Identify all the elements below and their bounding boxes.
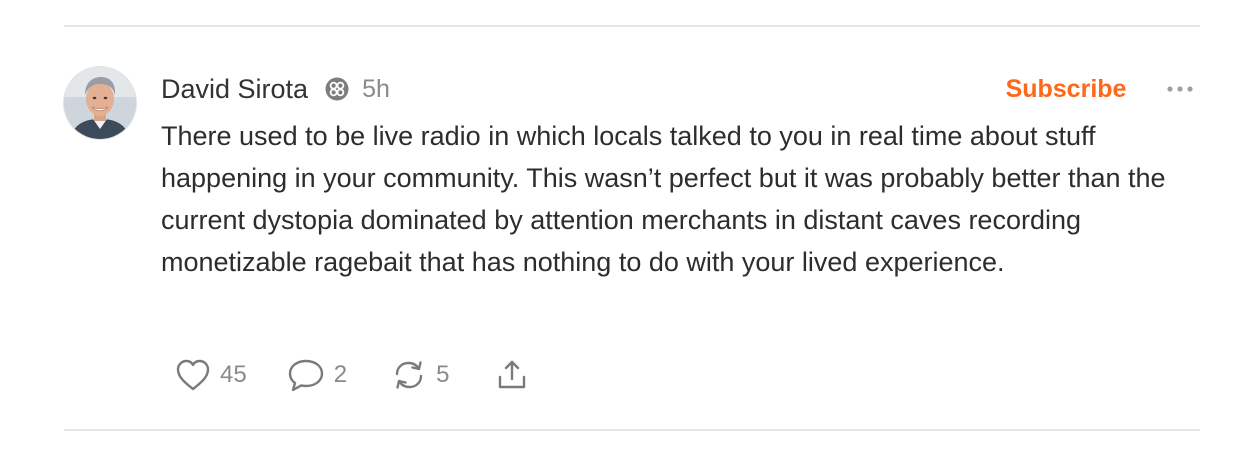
post-body: There used to be live radio in which loc…	[161, 121, 1166, 277]
comment-button[interactable]: 2	[287, 357, 347, 393]
share-icon	[495, 358, 529, 392]
bottom-divider	[64, 429, 1200, 431]
post-actions: 45 2 5	[160, 353, 529, 397]
restack-count: 5	[436, 361, 450, 388]
comment-count: 2	[333, 361, 348, 388]
author-name[interactable]: David Sirota	[161, 74, 308, 105]
subscribe-button[interactable]: Subscribe	[990, 70, 1142, 108]
restack-button[interactable]: 5	[391, 358, 449, 392]
post-header: David Sirota 5h	[161, 70, 390, 108]
like-button[interactable]: 45	[175, 358, 247, 392]
top-divider	[64, 25, 1200, 27]
post-timestamp: 5h	[362, 74, 390, 103]
substack-badge-icon	[325, 77, 349, 101]
restack-icon	[391, 358, 427, 392]
share-button[interactable]	[495, 358, 529, 392]
heart-icon	[175, 358, 211, 392]
more-options-icon[interactable]	[1160, 78, 1200, 100]
like-count: 45	[220, 361, 247, 388]
comment-bubble-icon	[287, 357, 325, 393]
author-avatar[interactable]	[64, 67, 136, 139]
